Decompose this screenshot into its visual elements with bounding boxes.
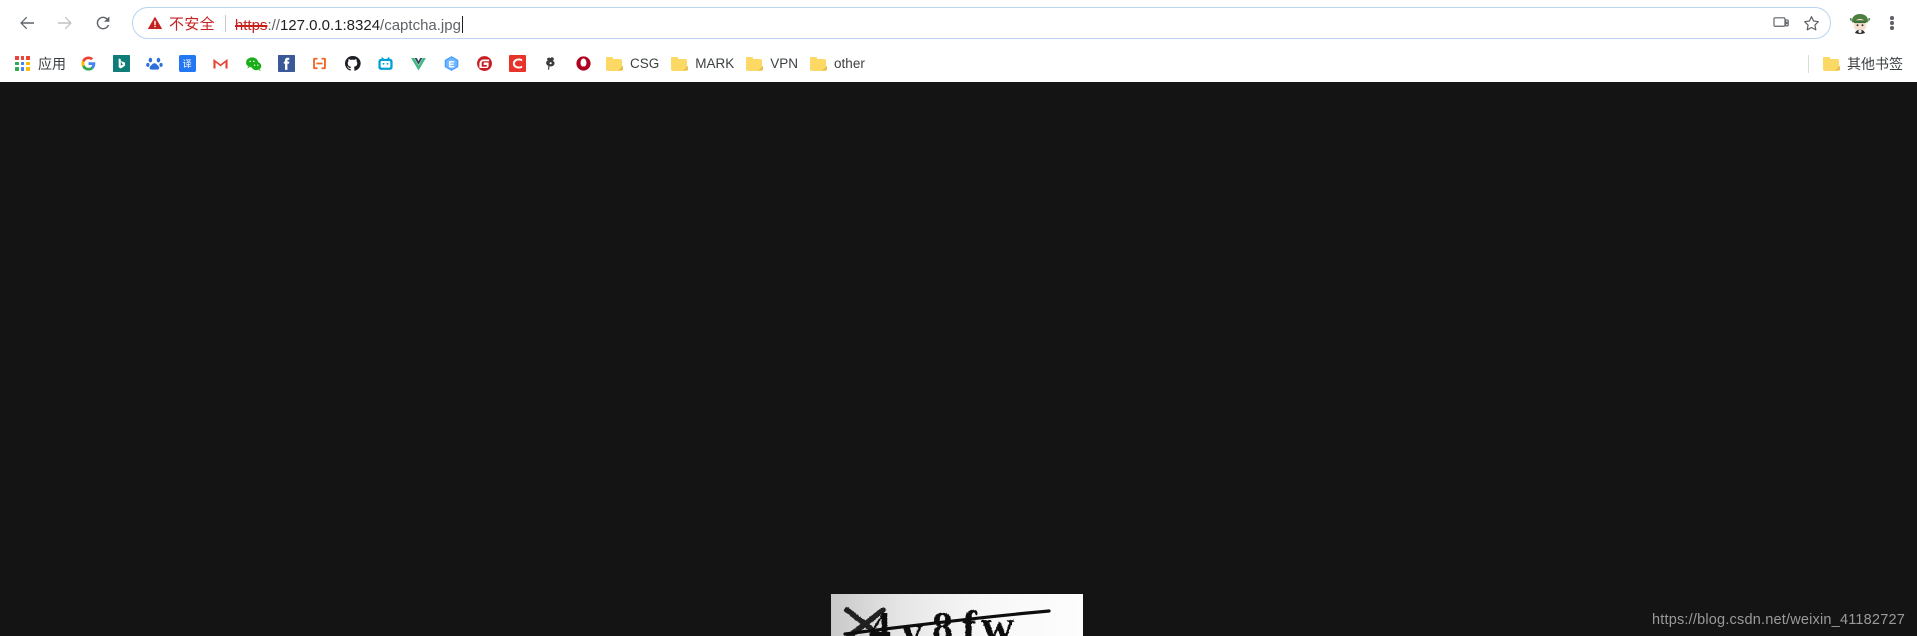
- wechat-icon: [245, 55, 262, 72]
- menu-dot: [1890, 21, 1894, 25]
- url-text[interactable]: https://127.0.0.1:8324/captcha.jpg: [235, 13, 1766, 34]
- bookmark-csdn[interactable]: [501, 51, 534, 77]
- bookmark-folder-label: CSG: [630, 56, 660, 71]
- gmail-icon: [212, 55, 229, 72]
- element-ui-icon: [443, 55, 460, 72]
- svg-text:y: y: [901, 607, 923, 636]
- bookmark-github[interactable]: [336, 51, 369, 77]
- folder-icon: [1823, 55, 1840, 72]
- reload-icon: [96, 16, 110, 30]
- apps-shortcut[interactable]: 应用: [8, 51, 72, 77]
- svg-text:译: 译: [183, 59, 192, 69]
- bookmarks-bar: 应用 译 CSG MARK VPN other 其他书签: [0, 46, 1917, 82]
- omnibox-actions: [1766, 8, 1826, 38]
- reload-button[interactable]: [84, 4, 122, 42]
- bookmark-folder-other[interactable]: other: [804, 51, 871, 77]
- bookmark-folder-label: VPN: [770, 56, 799, 71]
- text-caret: [461, 15, 463, 33]
- bookmark-bilibili[interactable]: [369, 51, 402, 77]
- apps-grid-icon: [14, 55, 31, 72]
- bookmark-google[interactable]: [72, 51, 105, 77]
- url-host: 127.0.0.1:8324: [279, 16, 381, 34]
- bookmark-element-ui[interactable]: [435, 51, 468, 77]
- captcha-image-container[interactable]: 4 y 8 f w: [831, 594, 1083, 636]
- bookmark-folder-label: MARK: [695, 56, 735, 71]
- bookmark-folder-vpn[interactable]: VPN: [740, 51, 804, 77]
- url-scheme: https: [234, 16, 268, 34]
- apps-shortcut-label: 应用: [38, 55, 66, 72]
- bookmarks-divider: [1808, 54, 1809, 73]
- watermark-text: https://blog.csdn.net/weixin_41182727: [1651, 612, 1905, 628]
- google-icon: [80, 55, 97, 72]
- bing-icon: [113, 55, 130, 72]
- juejin-icon: [575, 55, 592, 72]
- bookmark-folder-mark[interactable]: MARK: [665, 51, 740, 77]
- avatar[interactable]: [1843, 6, 1877, 40]
- translate-icon: 译: [179, 55, 196, 72]
- bookmark-gmail[interactable]: [204, 51, 237, 77]
- bookmark-folder-csg[interactable]: CSG: [600, 51, 665, 77]
- bookmark-gitee[interactable]: [468, 51, 501, 77]
- link-brackets-icon: [311, 55, 328, 72]
- url-path: /captcha.jpg: [380, 16, 461, 34]
- menu-dot: [1890, 26, 1894, 30]
- menu-dot: [1890, 16, 1894, 20]
- github-icon: [344, 55, 361, 72]
- other-bookmarks-folder[interactable]: 其他书签: [1817, 51, 1909, 77]
- bookmark-folder-label: other: [834, 56, 865, 71]
- bookmark-facebook[interactable]: [270, 51, 303, 77]
- baidu-icon: [146, 55, 163, 72]
- forward-arrow-icon: [58, 16, 72, 30]
- omnibox-divider: [224, 14, 226, 32]
- back-button[interactable]: [8, 4, 46, 42]
- security-status-label[interactable]: 不安全: [169, 13, 215, 34]
- bookmark-juejin[interactable]: [567, 51, 600, 77]
- browser-window: 不安全 https://127.0.0.1:8324/captcha.jpg: [0, 0, 1917, 636]
- url-separator: ://: [267, 16, 280, 34]
- folder-icon: [810, 55, 828, 72]
- bookmark-link[interactable]: [303, 51, 336, 77]
- bookmark-alibaba[interactable]: [534, 51, 567, 77]
- captcha-image[interactable]: 4 y 8 f w: [831, 594, 1083, 636]
- back-arrow-icon: [20, 16, 34, 30]
- bookmark-bing[interactable]: [105, 51, 138, 77]
- gitee-icon: [476, 55, 493, 72]
- avatar-icon: [1847, 10, 1873, 36]
- folder-icon: [606, 55, 623, 72]
- browser-toolbar: 不安全 https://127.0.0.1:8324/captcha.jpg: [0, 0, 1917, 46]
- bookmark-vue[interactable]: [402, 51, 435, 77]
- image-viewer-content: 4 y 8 f w https://blog.csdn.net/weixin_4…: [0, 82, 1917, 636]
- warning-triangle-icon: [147, 15, 163, 31]
- alibaba-icon: [542, 55, 559, 72]
- cast-icon[interactable]: [1766, 8, 1796, 38]
- star-icon[interactable]: [1796, 8, 1826, 38]
- bookmark-translate[interactable]: 译: [171, 51, 204, 77]
- toolbar-tail: [1843, 4, 1907, 42]
- three-dots-menu-icon[interactable]: [1877, 4, 1907, 42]
- address-bar[interactable]: 不安全 https://127.0.0.1:8324/captcha.jpg: [132, 7, 1831, 39]
- csdn-icon: [509, 55, 526, 72]
- other-bookmarks-label: 其他书签: [1847, 55, 1903, 72]
- bookmark-baidu[interactable]: [138, 51, 171, 77]
- bookmark-wechat[interactable]: [237, 51, 270, 77]
- bilibili-icon: [377, 55, 394, 72]
- facebook-icon: [278, 55, 295, 72]
- folder-icon: [671, 55, 689, 72]
- vue-icon: [410, 55, 427, 72]
- forward-button[interactable]: [46, 4, 84, 42]
- folder-icon: [746, 55, 764, 72]
